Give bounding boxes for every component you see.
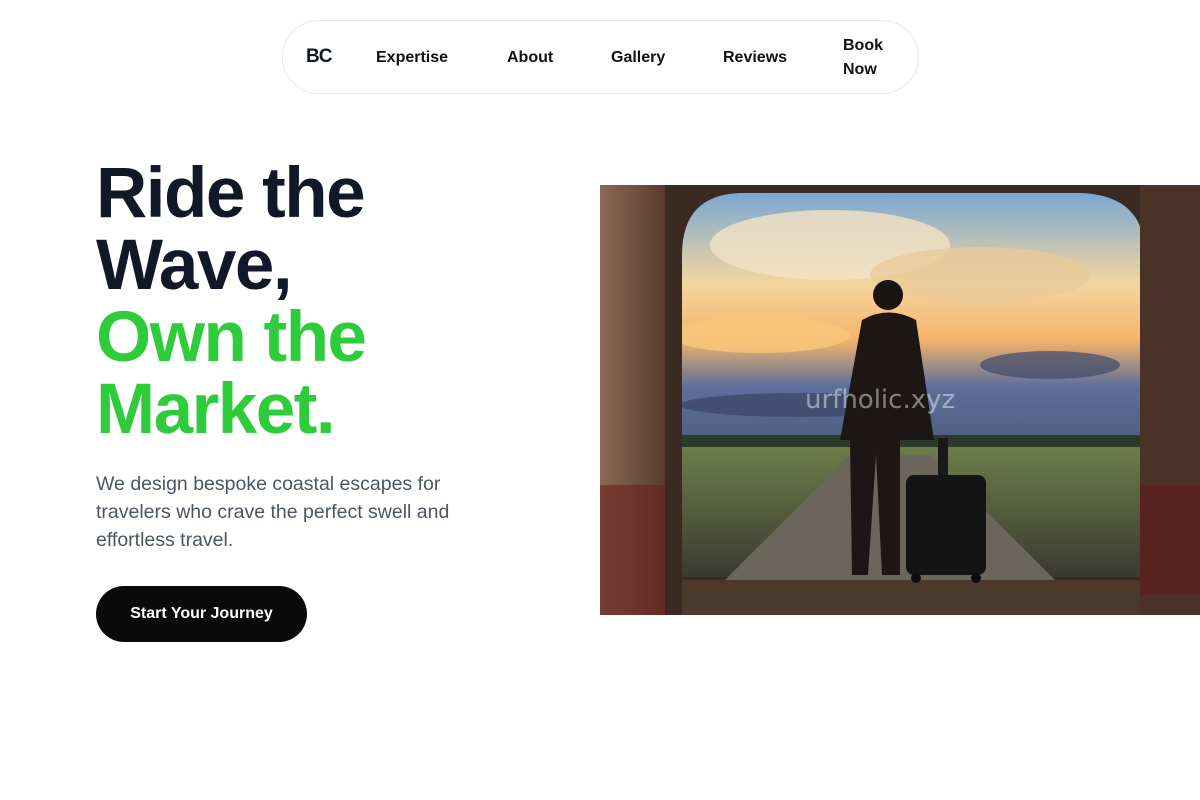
hero-description: We design bespoke coastal escapes for tr… [96,473,450,551]
start-journey-button[interactable]: Start Your Journey [96,586,307,642]
brand-logo[interactable]: BC [306,46,332,68]
nav-link-reviews[interactable]: Reviews [723,46,787,70]
nav-link-book-now[interactable]: Book Now [843,34,893,82]
top-navigation: BC Expertise About Gallery Reviews Book … [282,20,919,94]
nav-link-gallery[interactable]: Gallery [611,46,665,70]
headline-line-1: Ride the [96,154,366,233]
hero-image: urfholic.xyz [600,185,1200,615]
image-watermark: urfholic.xyz [805,385,956,415]
nav-link-expertise[interactable]: Expertise [376,46,448,70]
nav-link-about[interactable]: About [507,46,553,70]
headline-line-2: Wave, [96,226,293,305]
hero-headline: Ride the Wave, Own the Market. [96,158,576,446]
headline-line-4: Market. [96,370,336,449]
headline-line-3: Own the [96,298,367,377]
